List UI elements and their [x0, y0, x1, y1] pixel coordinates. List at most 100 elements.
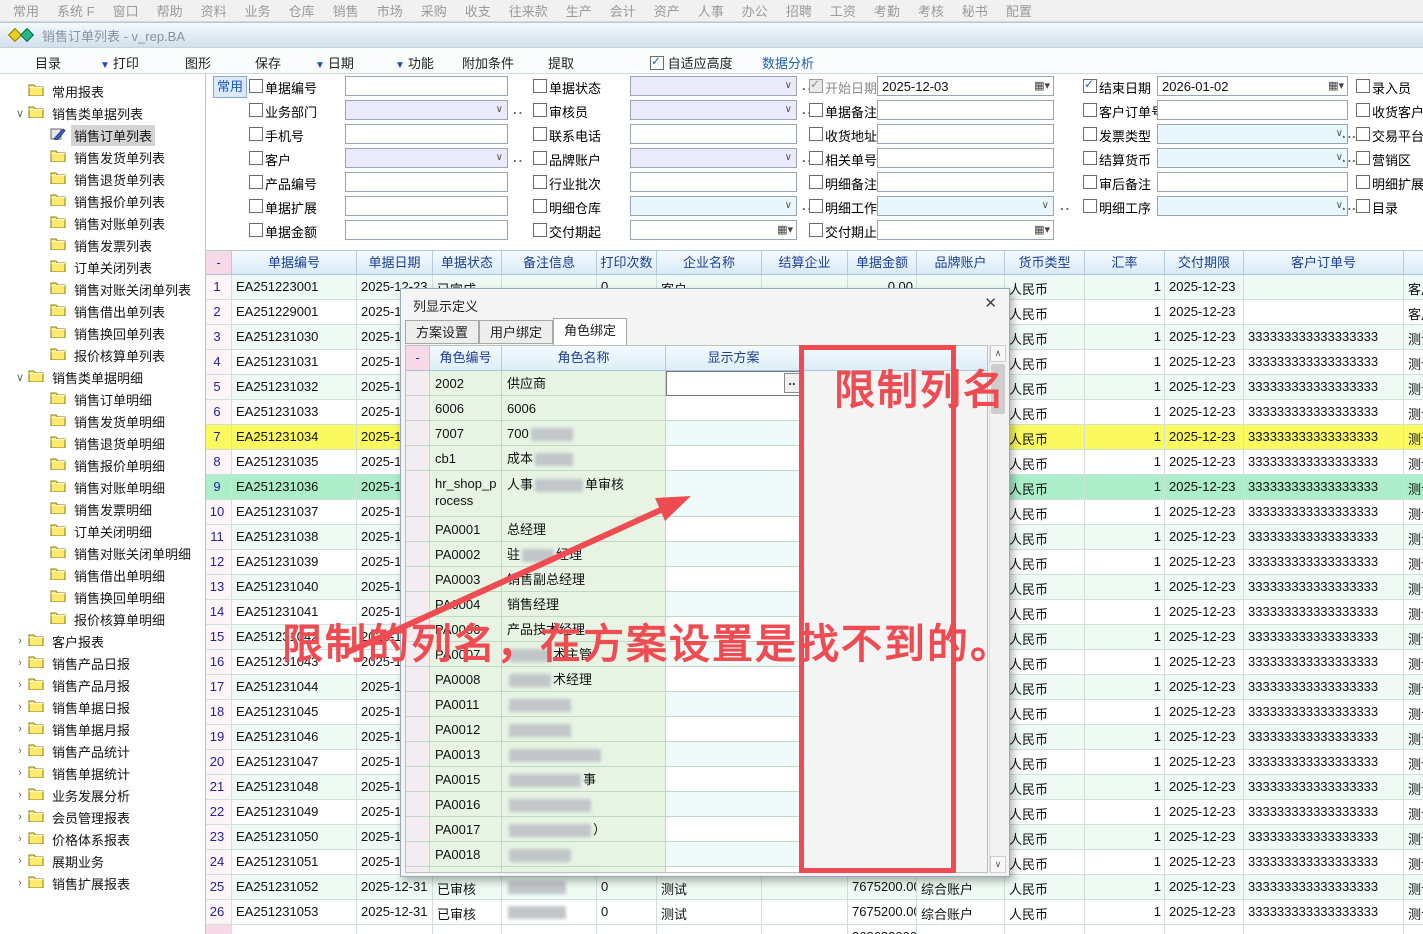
scheme-cell[interactable] — [666, 817, 802, 842]
column-header-备注信息[interactable]: 备注信息 — [502, 250, 597, 275]
filter-checkbox-发票类型[interactable] — [1083, 127, 1097, 141]
scheme-cell[interactable] — [666, 767, 802, 792]
sidebar-item[interactable]: 销售订单列表 — [0, 124, 205, 146]
filter-select-品牌账户[interactable]: ∨ — [630, 148, 797, 168]
sidebar-item-label[interactable]: 会员管理报表 — [49, 807, 133, 828]
calendar-icon[interactable]: ▦▾ — [1034, 223, 1050, 236]
menu-item[interactable]: 仓库 — [280, 1, 324, 20]
dialog-tab-方案设置[interactable]: 方案设置 — [405, 320, 479, 344]
fit-height-checkbox[interactable]: 自适应高度 — [650, 53, 733, 72]
filter-checkbox-收货客户[interactable] — [1356, 103, 1370, 117]
filter-input-产品编号[interactable] — [345, 172, 508, 192]
row-selector[interactable] — [406, 517, 430, 542]
menu-item[interactable]: 考核 — [909, 1, 953, 20]
sidebar-item[interactable]: ›销售产品月报 — [0, 674, 205, 696]
filter-checkbox-明细备注[interactable] — [809, 175, 823, 189]
column-header-单据金额[interactable]: 单据金额 — [848, 250, 917, 275]
menu-item[interactable]: 考勤 — [865, 1, 909, 20]
chevron-down-icon[interactable]: ∨ — [785, 80, 792, 91]
sidebar-item[interactable]: 销售换回单明细 — [0, 586, 205, 608]
row-selector[interactable] — [406, 742, 430, 767]
chevron-down-icon[interactable]: ∨ — [785, 200, 792, 211]
sidebar-item-label[interactable]: 报价核算单列表 — [71, 345, 168, 366]
filter-checkbox-客户[interactable] — [249, 151, 263, 165]
filter-date-交付期起[interactable]: ▦▾ — [630, 220, 797, 240]
column-header-打印次数[interactable]: 打印次数 — [597, 250, 657, 275]
sidebar-item-label[interactable]: 销售单据日报 — [49, 697, 133, 718]
filter-select-客户[interactable]: ∨ — [345, 148, 508, 168]
checkbox-icon[interactable] — [650, 56, 664, 70]
filter-select-明细工作中心[interactable]: ∨ — [877, 196, 1054, 216]
column-header-企业名称[interactable]: 企业名称 — [657, 250, 762, 275]
table-row[interactable]: 25EA2512310522025-12-31已审核0测试7675200.00综… — [206, 875, 1423, 900]
sidebar-item-label[interactable]: 订单关闭明细 — [71, 521, 155, 542]
tree-expander-icon[interactable]: › — [12, 811, 28, 823]
sidebar-item[interactable]: 销售对账单明细 — [0, 476, 205, 498]
filter-checkbox-单据金额[interactable] — [249, 223, 263, 237]
filter-checkbox-明细工序[interactable] — [1083, 199, 1097, 213]
sidebar-item-label[interactable]: 销售发票明细 — [71, 499, 155, 520]
filter-checkbox-结算货币[interactable] — [1083, 151, 1097, 165]
sidebar-item-label[interactable]: 销售对账关闭单明细 — [71, 543, 194, 564]
sidebar-item[interactable]: 销售对账关闭单列表 — [0, 278, 205, 300]
filter-checkbox-单据扩展[interactable] — [249, 199, 263, 213]
column-header-交付期限[interactable]: 交付期限 — [1165, 250, 1244, 275]
sidebar-item[interactable]: ›销售产品统计 — [0, 740, 205, 762]
menu-item[interactable]: 窗口 — [104, 1, 148, 20]
scheme-cell[interactable] — [666, 717, 802, 742]
sidebar-item[interactable]: 销售发票明细 — [0, 498, 205, 520]
menu-item[interactable]: 业务 — [236, 1, 280, 20]
filter-checkbox-明细扩展[interactable] — [1356, 175, 1370, 189]
filter-checkbox-收货地址[interactable] — [809, 127, 823, 141]
menu-item[interactable]: 采购 — [412, 1, 456, 20]
sidebar-item[interactable]: ›销售扩展报表 — [0, 872, 205, 894]
calendar-icon[interactable]: ▦▾ — [1328, 79, 1344, 92]
tree-expander-icon[interactable]: › — [12, 679, 28, 691]
filter-checkbox-营销区[interactable] — [1356, 151, 1370, 165]
chevron-down-icon[interactable]: ∨ — [785, 152, 792, 163]
filter-date-结束日期[interactable]: ▦▾2026-01-02 — [1157, 76, 1348, 96]
scheme-cell[interactable] — [666, 592, 802, 617]
toolbar-button-8[interactable]: 提取 — [548, 53, 574, 72]
row-selector[interactable] — [406, 842, 430, 867]
column-header-客户订单号[interactable]: 客户订单号 — [1244, 250, 1404, 275]
menu-item[interactable]: 会计 — [601, 1, 645, 20]
filter-checkbox-行业批次[interactable] — [533, 175, 547, 189]
menu-item[interactable]: 资料 — [192, 1, 236, 20]
filter-checkbox-交付期止[interactable] — [809, 223, 823, 237]
browse-dots-button[interactable]: .. — [1060, 198, 1071, 213]
sidebar-item[interactable]: 销售换回单列表 — [0, 322, 205, 344]
scroll-down-icon[interactable]: ∨ — [990, 856, 1006, 873]
filter-input-明细备注[interactable] — [877, 172, 1054, 192]
chevron-down-icon[interactable]: ∨ — [1042, 200, 1049, 211]
row-selector[interactable] — [406, 396, 430, 421]
tree-expander-icon[interactable]: › — [12, 767, 28, 779]
dialog-column-header[interactable]: 显示方案 — [666, 346, 802, 371]
sidebar-item[interactable]: 订单关闭明细 — [0, 520, 205, 542]
calendar-icon[interactable]: ▦▾ — [1034, 79, 1050, 92]
dialog-tab-用户绑定[interactable]: 用户绑定 — [479, 320, 553, 344]
row-selector[interactable] — [406, 421, 430, 446]
menu-item[interactable]: 资产 — [645, 1, 689, 20]
filter-checkbox-产品编号[interactable] — [249, 175, 263, 189]
sidebar-item-label[interactable]: 销售单据月报 — [49, 719, 133, 740]
row-selector[interactable] — [406, 642, 430, 667]
sidebar-item-label[interactable]: 销售类单据明细 — [49, 367, 146, 388]
sidebar-item[interactable]: 报价核算单明细 — [0, 608, 205, 630]
scheme-cell[interactable] — [666, 396, 802, 421]
row-selector[interactable] — [406, 471, 430, 517]
row-selector[interactable] — [406, 867, 430, 873]
filter-checkbox-交付期起[interactable] — [533, 223, 547, 237]
tree-expander-icon[interactable]: ∨ — [12, 107, 28, 120]
sidebar-item[interactable]: ›销售单据统计 — [0, 762, 205, 784]
tree-expander-icon[interactable]: › — [12, 855, 28, 867]
row-selector[interactable] — [406, 567, 430, 592]
tree-expander-icon[interactable]: › — [12, 701, 28, 713]
row-selector[interactable] — [406, 692, 430, 717]
column-header-汇率[interactable]: 汇率 — [1085, 250, 1165, 275]
tree-expander-icon[interactable]: ∨ — [12, 371, 28, 384]
column-header-结算企业[interactable]: 结算企业 — [762, 250, 848, 275]
row-selector[interactable] — [406, 592, 430, 617]
toolbar-button-6[interactable]: ▼功能 — [395, 53, 434, 72]
filter-checkbox-明细仓库[interactable] — [533, 199, 547, 213]
